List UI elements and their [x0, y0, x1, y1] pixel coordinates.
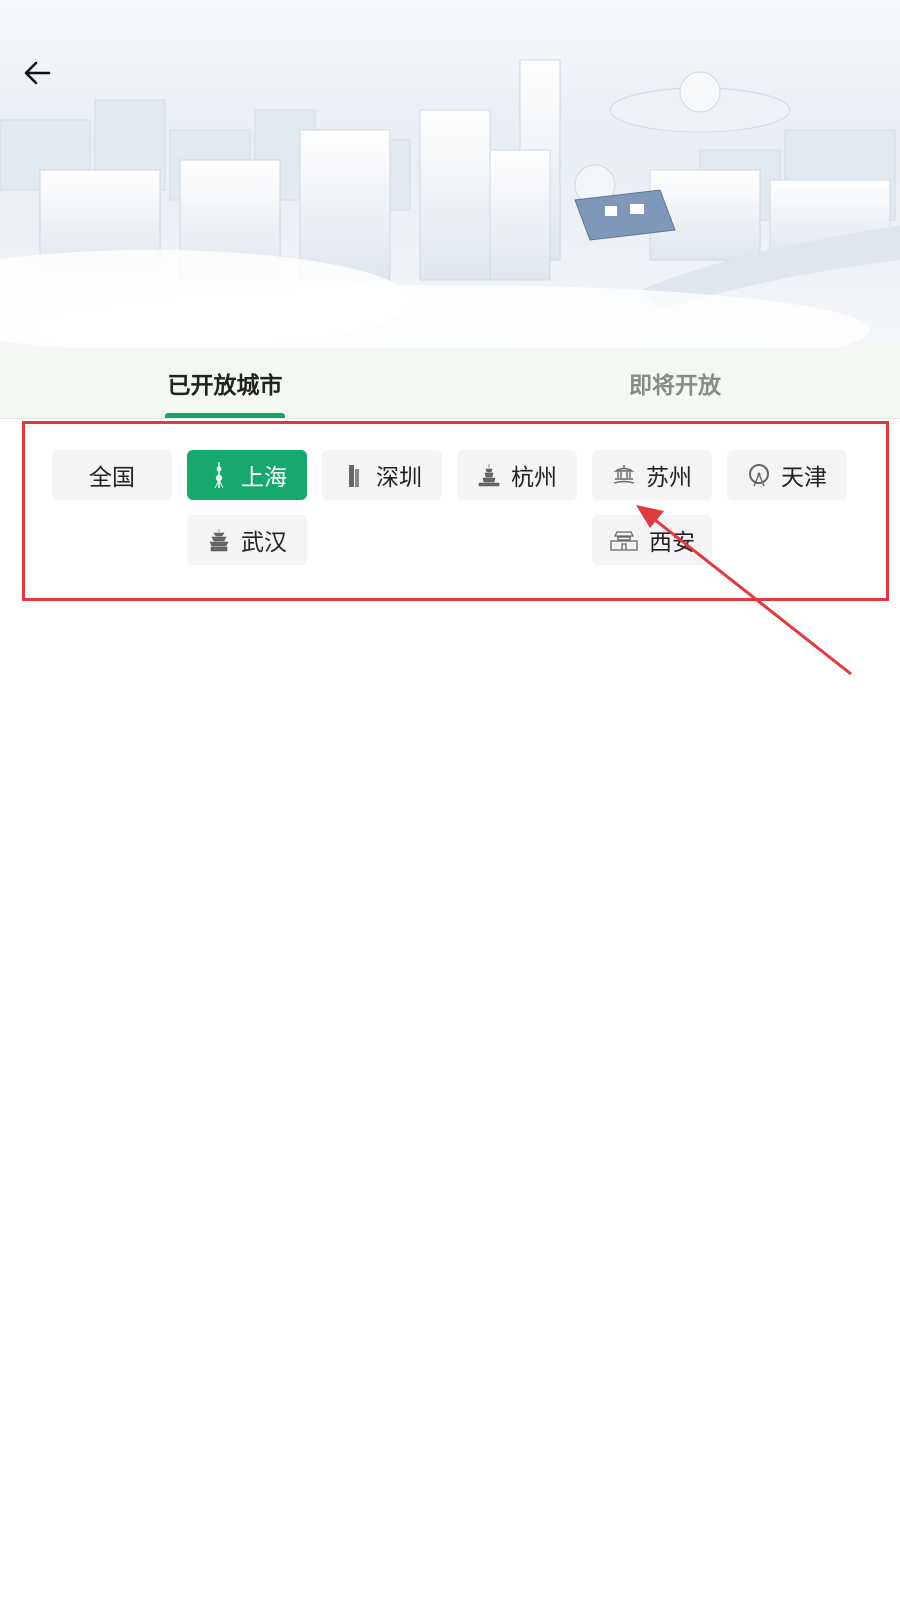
- city-chip-shanghai[interactable]: 上海: [187, 450, 307, 500]
- city-label: 上海: [241, 465, 287, 491]
- city-label: 天津: [781, 465, 827, 491]
- tab-label: 已开放城市: [167, 373, 283, 399]
- tab-coming-soon[interactable]: 即将开放: [450, 348, 900, 418]
- tab-open-cities[interactable]: 已开放城市: [0, 348, 450, 418]
- city-chip-hangzhou[interactable]: 杭州: [457, 450, 577, 500]
- city-chip-suzhou[interactable]: 苏州: [592, 450, 712, 500]
- city-label: 深圳: [376, 465, 422, 491]
- back-button[interactable]: [22, 58, 66, 102]
- ferris-wheel-icon: [747, 462, 771, 488]
- active-tab-indicator: [165, 413, 285, 418]
- city-gate-icon: [609, 527, 639, 553]
- skyscraper-icon: [342, 462, 366, 488]
- city-label: 全国: [89, 465, 135, 491]
- city-label: 西安: [649, 530, 695, 556]
- pagoda-icon: [477, 462, 501, 488]
- city-label: 苏州: [646, 465, 692, 491]
- highlight-box: [22, 421, 889, 601]
- tab-label: 即将开放: [629, 373, 721, 399]
- arrow-left-icon: [24, 61, 51, 85]
- oriental-pearl-tower-icon: [207, 462, 231, 488]
- yellow-crane-tower-icon: [207, 527, 231, 553]
- hero-banner: [0, 0, 900, 350]
- city-label: 杭州: [511, 465, 557, 491]
- city-skyline-illustration: [0, 59, 900, 350]
- city-chip-wuhan[interactable]: 武汉: [187, 515, 307, 565]
- city-chip-tianjin[interactable]: 天津: [727, 450, 847, 500]
- city-chip-xian[interactable]: 西安: [592, 515, 712, 565]
- city-chip-shenzhen[interactable]: 深圳: [322, 450, 442, 500]
- pavilion-icon: [612, 462, 636, 488]
- city-label: 武汉: [241, 530, 287, 556]
- city-tabs: 已开放城市 即将开放: [0, 348, 900, 419]
- city-chip-national[interactable]: 全国: [52, 450, 172, 500]
